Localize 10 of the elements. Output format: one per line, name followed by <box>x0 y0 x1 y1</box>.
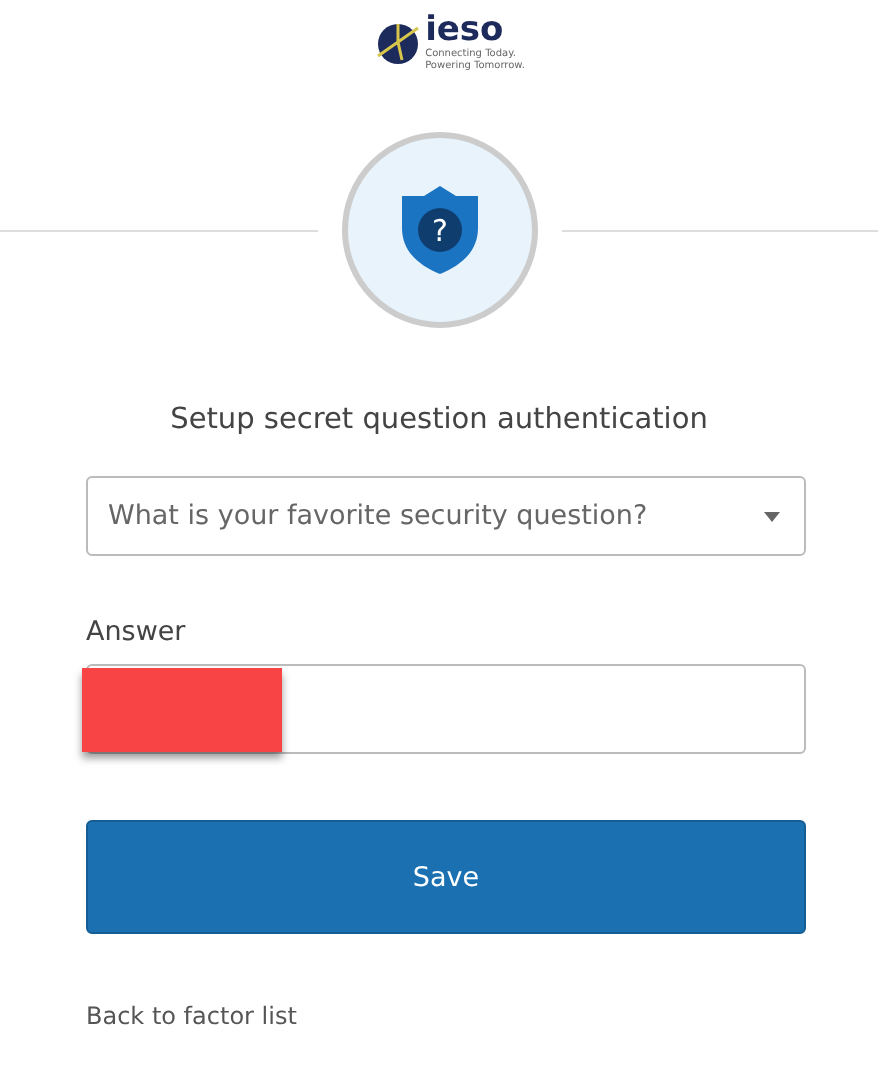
shield-question-icon: ? <box>399 184 479 276</box>
logo-name: ieso <box>425 12 504 48</box>
back-link[interactable]: Back to factor list <box>86 1002 297 1030</box>
question-dropdown[interactable]: What is your favorite security question? <box>86 476 806 556</box>
caret-icon <box>764 511 780 521</box>
save-button[interactable]: Save <box>86 820 806 934</box>
globe-logo-icon <box>373 20 422 68</box>
form-title: Setup secret question authentication <box>168 404 710 436</box>
answer-field[interactable] <box>86 664 806 754</box>
answer-label: Answer <box>86 616 188 648</box>
